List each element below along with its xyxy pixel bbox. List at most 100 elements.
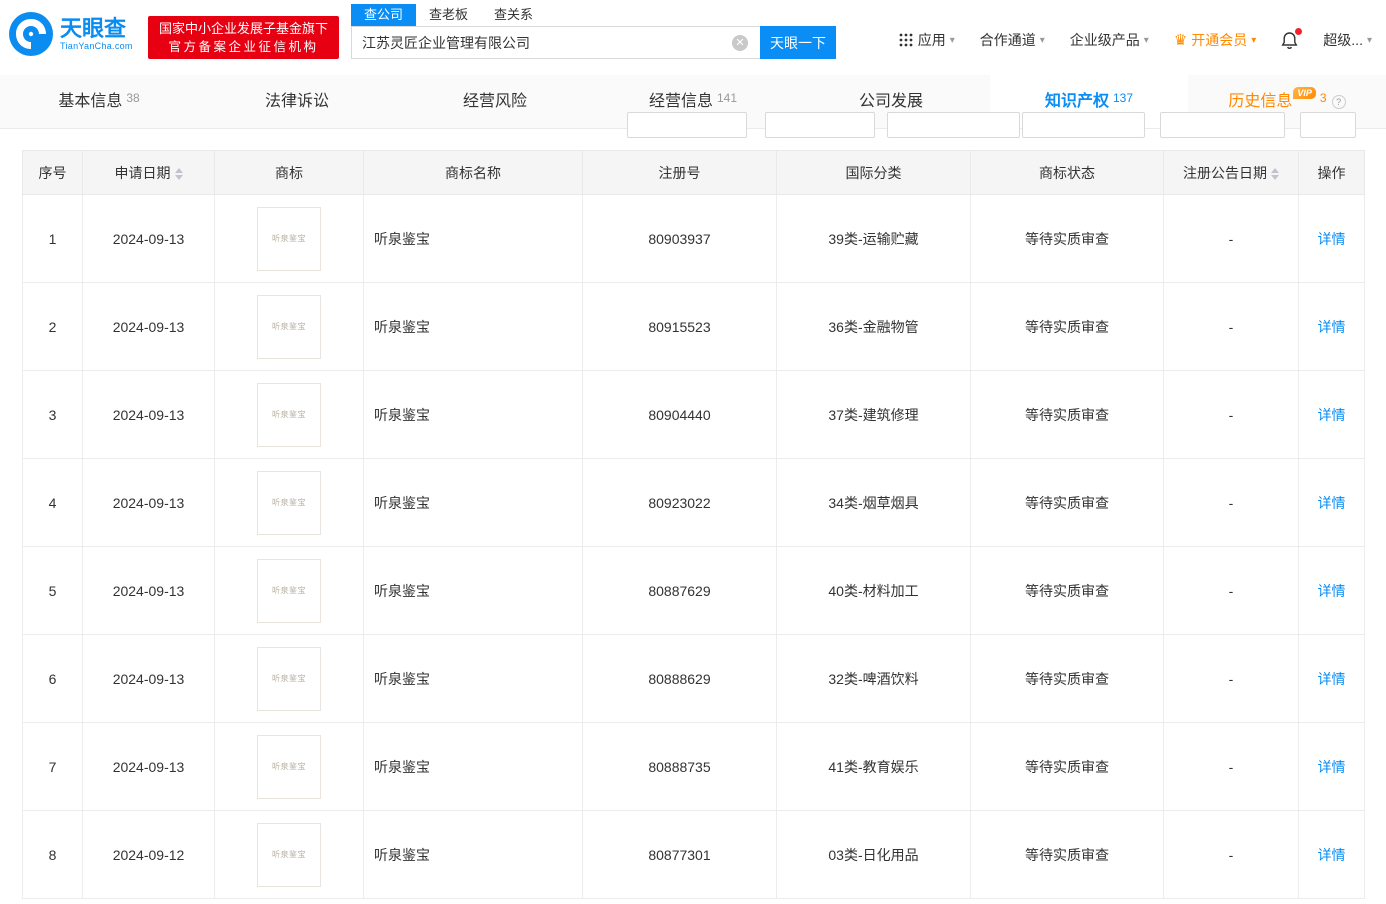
intl-class-cell: 34类-烟草烟具 xyxy=(776,458,971,547)
search-tab-relation[interactable]: 查关系 xyxy=(481,4,546,26)
detail-link[interactable]: 详情 xyxy=(1318,759,1346,775)
action-cell: 详情 xyxy=(1298,282,1365,371)
detail-link[interactable]: 详情 xyxy=(1318,847,1346,863)
sort-icon[interactable] xyxy=(1271,167,1279,180)
trademark-image[interactable]: 听泉鉴宝 xyxy=(257,294,321,359)
trademark-image[interactable]: 听泉鉴宝 xyxy=(257,382,321,447)
trademark-image-text: 听泉鉴宝 xyxy=(272,410,306,419)
gov-badge-line2: 官方备案企业征信机构 xyxy=(168,40,319,54)
search-tab-company[interactable]: 查公司 xyxy=(351,4,417,26)
detail-link[interactable]: 详情 xyxy=(1318,671,1346,687)
registration-number-cell: 80903937 xyxy=(582,194,777,283)
chevron-down-icon: ▾ xyxy=(1143,34,1149,46)
filter-dropdown[interactable] xyxy=(765,112,875,138)
col-action: 操作 xyxy=(1298,150,1365,195)
intl-class-cell: 32类-啤酒饮料 xyxy=(776,634,971,723)
tianyancha-logo[interactable]: 天眼查 TianYanCha.com xyxy=(8,11,133,57)
clear-search-icon[interactable]: ✕ xyxy=(732,35,748,51)
action-cell: 详情 xyxy=(1298,546,1365,635)
col-apply-date[interactable]: 申请日期 xyxy=(82,150,215,195)
tab-count: 3 xyxy=(1319,91,1327,105)
filter-dropdown[interactable] xyxy=(1300,112,1356,138)
table-row: 3 2024-09-13 听泉鉴宝 听泉鉴宝 80904440 37类-建筑修理… xyxy=(22,370,1365,459)
filter-dropdown[interactable] xyxy=(1160,112,1285,138)
trademark-name-cell: 听泉鉴宝 xyxy=(363,546,583,635)
nav-cooperation[interactable]: 合作通道 ▾ xyxy=(980,30,1045,50)
table-row: 8 2024-09-12 听泉鉴宝 听泉鉴宝 80877301 03类-日化用品… xyxy=(22,810,1365,899)
trademark-image[interactable]: 听泉鉴宝 xyxy=(257,470,321,535)
table-row: 4 2024-09-13 听泉鉴宝 听泉鉴宝 80923022 34类-烟草烟具… xyxy=(22,458,1365,547)
apply-date-cell: 2024-09-13 xyxy=(82,546,215,635)
trademark-name-cell: 听泉鉴宝 xyxy=(363,282,583,371)
nav-super-vip[interactable]: 超级... ▾ xyxy=(1323,30,1372,50)
filter-dropdown[interactable] xyxy=(1022,112,1145,138)
nav-apps-label: 应用 xyxy=(917,32,946,48)
trademark-image-cell: 听泉鉴宝 xyxy=(214,458,364,547)
search-tab-boss[interactable]: 查老板 xyxy=(416,4,481,26)
nav-notifications[interactable] xyxy=(1281,27,1303,50)
announce-date-cell: - xyxy=(1163,546,1299,635)
announce-date-cell: - xyxy=(1163,810,1299,899)
table-row: 6 2024-09-13 听泉鉴宝 听泉鉴宝 80888629 32类-啤酒饮料… xyxy=(22,634,1365,723)
apply-date-cell: 2024-09-13 xyxy=(82,458,215,547)
trademark-name-cell: 听泉鉴宝 xyxy=(363,810,583,899)
search-tabs: 查公司 查老板 查关系 xyxy=(351,4,836,26)
search-input[interactable] xyxy=(351,26,760,59)
detail-link[interactable]: 详情 xyxy=(1318,583,1346,599)
table-row: 2 2024-09-13 听泉鉴宝 听泉鉴宝 80915523 36类-金融物管… xyxy=(22,282,1365,371)
trademark-image[interactable]: 听泉鉴宝 xyxy=(257,558,321,623)
status-cell: 等待实质审查 xyxy=(970,458,1164,547)
trademark-image-text: 听泉鉴宝 xyxy=(272,234,306,243)
trademark-image-cell: 听泉鉴宝 xyxy=(214,546,364,635)
intl-class-cell: 40类-材料加工 xyxy=(776,546,971,635)
detail-link[interactable]: 详情 xyxy=(1318,407,1346,423)
trademark-image[interactable]: 听泉鉴宝 xyxy=(257,734,321,799)
status-cell: 等待实质审查 xyxy=(970,194,1164,283)
tab-legal-proceedings[interactable]: 法律诉讼 xyxy=(198,75,396,128)
filter-dropdown[interactable] xyxy=(887,112,1020,138)
detail-link[interactable]: 详情 xyxy=(1318,231,1346,247)
nav-open-vip[interactable]: ♛ 开通会员 ▾ xyxy=(1174,30,1256,50)
status-cell: 等待实质审查 xyxy=(970,722,1164,811)
tab-count: 137 xyxy=(1112,91,1134,105)
help-icon[interactable]: ? xyxy=(1331,94,1346,109)
nav-apps[interactable]: 应用 ▾ xyxy=(899,30,955,50)
logo-text-cn: 天眼查 xyxy=(60,16,127,41)
registration-number-cell: 80888735 xyxy=(582,722,777,811)
action-cell: 详情 xyxy=(1298,722,1365,811)
col-announce-date[interactable]: 注册公告日期 xyxy=(1163,150,1299,195)
action-cell: 详情 xyxy=(1298,810,1365,899)
trademark-name-cell: 听泉鉴宝 xyxy=(363,370,583,459)
status-cell: 等待实质审查 xyxy=(970,370,1164,459)
detail-link[interactable]: 详情 xyxy=(1318,319,1346,335)
trademark-image[interactable]: 听泉鉴宝 xyxy=(257,646,321,711)
filter-dropdown[interactable] xyxy=(627,112,747,138)
nav-enterprise-products[interactable]: 企业级产品 ▾ xyxy=(1070,30,1149,50)
action-cell: 详情 xyxy=(1298,370,1365,459)
apply-date-cell: 2024-09-13 xyxy=(82,282,215,371)
serial-cell: 1 xyxy=(22,194,83,283)
registration-number-cell: 80904440 xyxy=(582,370,777,459)
search-button[interactable]: 天眼一下 xyxy=(760,26,836,59)
top-header: 天眼查 TianYanCha.com 国家中小企业发展子基金旗下 官方备案企业征… xyxy=(0,0,1386,75)
trademark-image[interactable]: 听泉鉴宝 xyxy=(257,822,321,887)
nav-enterprise-label: 企业级产品 xyxy=(1069,32,1140,48)
tab-basic-info[interactable]: 基本信息 38 xyxy=(0,75,198,128)
status-cell: 等待实质审查 xyxy=(970,546,1164,635)
col-registration-no: 注册号 xyxy=(582,150,777,195)
tab-operation-risk[interactable]: 经营风险 xyxy=(396,75,594,128)
serial-cell: 5 xyxy=(22,546,83,635)
col-serial: 序号 xyxy=(22,150,83,195)
trademark-image-cell: 听泉鉴宝 xyxy=(214,810,364,899)
intl-class-cell: 37类-建筑修理 xyxy=(776,370,971,459)
notification-red-dot xyxy=(1295,27,1303,35)
action-cell: 详情 xyxy=(1298,194,1365,283)
gov-badge-line1: 国家中小企业发展子基金旗下 xyxy=(158,21,328,36)
action-cell: 详情 xyxy=(1298,634,1365,723)
trademark-image[interactable]: 听泉鉴宝 xyxy=(257,206,321,271)
tab-count: 141 xyxy=(716,91,738,105)
sort-icon[interactable] xyxy=(174,167,183,180)
table-row: 5 2024-09-13 听泉鉴宝 听泉鉴宝 80887629 40类-材料加工… xyxy=(22,546,1365,635)
detail-link[interactable]: 详情 xyxy=(1318,495,1346,511)
apply-date-cell: 2024-09-13 xyxy=(82,722,215,811)
